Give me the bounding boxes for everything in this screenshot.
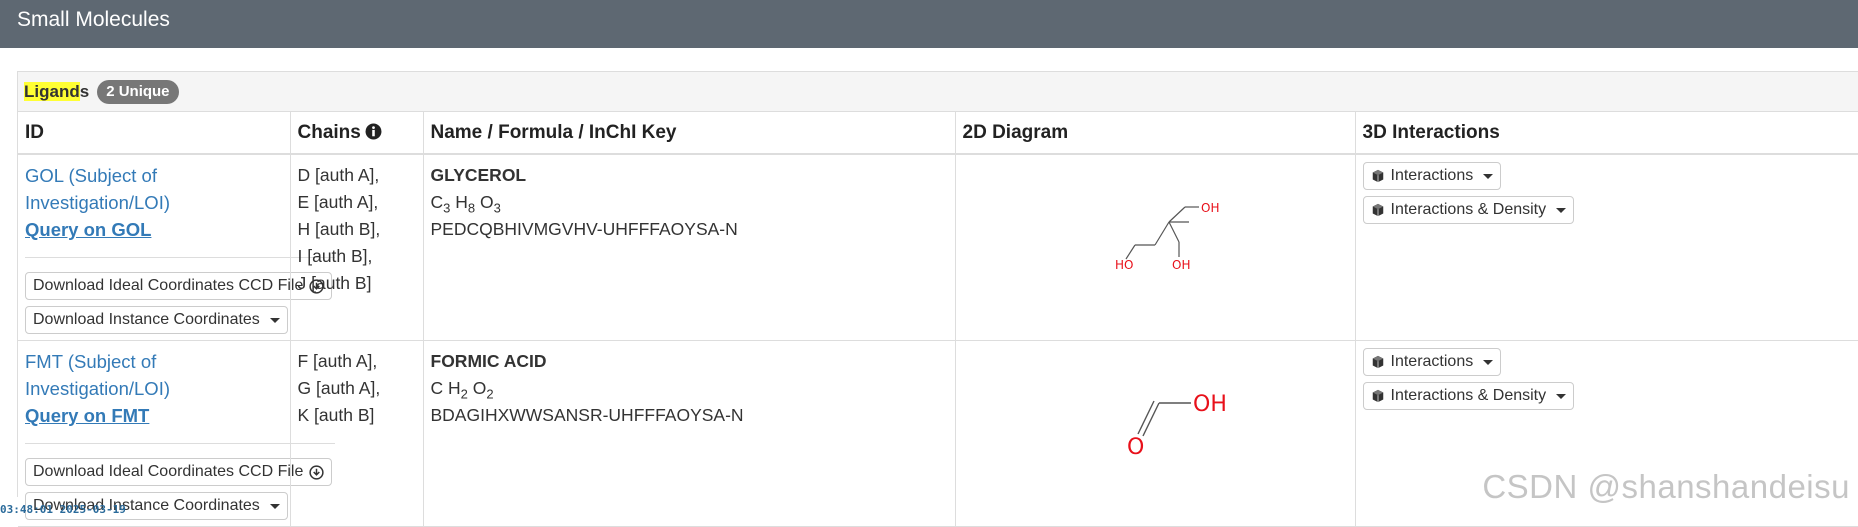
chain-item: K [auth B]	[297, 405, 375, 425]
cube-icon	[1372, 169, 1383, 183]
cell-diagram: OH HO OH	[955, 154, 1356, 341]
caret-down-icon	[1483, 173, 1494, 179]
interactions-dropdown[interactable]: Interactions	[1362, 348, 1502, 376]
cell-name: FORMIC ACID C H2 O2 BDAGIHXWWSANSR-UHFFF…	[423, 340, 956, 527]
caret-down-icon	[269, 503, 280, 509]
col-header-id: ID	[18, 112, 291, 155]
chain-item: I [auth B],	[297, 246, 373, 266]
inchi-key: PEDCQBHIVMGVHV-UHFFFAOYSA-N	[430, 219, 738, 239]
download-ideal-button[interactable]: Download Ideal Coordinates CCD File	[25, 458, 333, 486]
table-caption: Ligands 2 Unique	[18, 72, 1858, 112]
page-timestamp: 03:48:01 2025-03-19	[0, 503, 126, 516]
cell-chains: D [auth A], E [auth A], H [auth B], I [a…	[290, 154, 424, 341]
cell-chains: F [auth A], G [auth A], K [auth B]	[290, 340, 424, 527]
chain-item: F [auth A],	[297, 351, 378, 371]
ligand-id-link[interactable]: GOL (Subject of Investigation/LOI)	[25, 162, 283, 216]
query-link[interactable]: Query on GOL	[25, 216, 283, 243]
search-highlight: Ligand	[24, 81, 80, 101]
cube-icon	[1372, 389, 1383, 403]
cell-interactions: Interactions Interactions & Density	[1355, 154, 1858, 341]
chain-item: J [auth B]	[297, 273, 372, 293]
caret-down-icon	[269, 317, 280, 323]
chemical-name: FORMIC ACID	[430, 351, 547, 371]
caret-down-icon	[1483, 359, 1494, 365]
panel-title: Small Molecules	[17, 8, 170, 31]
molecule-diagram-formic-acid: OH O	[1127, 392, 1227, 460]
chain-item: E [auth A],	[297, 192, 379, 212]
atom-label: OH	[1201, 201, 1219, 215]
atom-label: O	[1127, 435, 1144, 460]
ligands-table: ID Chains Name / Formula / InChI Key 2D …	[18, 112, 1858, 527]
query-link[interactable]: Query on FMT	[25, 402, 283, 429]
cube-icon	[1372, 203, 1383, 217]
caret-down-icon	[1556, 207, 1567, 213]
caret-down-icon	[1556, 393, 1567, 399]
atom-label: HO	[1115, 258, 1133, 272]
chain-item: G [auth A],	[297, 378, 381, 398]
download-instance-button[interactable]: Download Instance Coordinates	[25, 306, 288, 334]
download-ideal-button[interactable]: Download Ideal Coordinates CCD File	[25, 272, 333, 300]
col-header-name: Name / Formula / InChI Key	[423, 112, 956, 155]
cell-id: GOL (Subject of Investigation/LOI) Query…	[18, 154, 335, 341]
watermark: CSDN @shanshandeisu	[1482, 468, 1850, 505]
molecule-diagram-glycerol: OH HO OH	[1115, 201, 1219, 272]
interactions-dropdown[interactable]: Interactions	[1362, 162, 1502, 190]
divider	[25, 443, 335, 444]
col-header-chains: Chains	[290, 112, 424, 155]
chain-item: D [auth A],	[297, 165, 380, 185]
col-header-diagram: 2D Diagram	[955, 112, 1356, 155]
panel-heading: Small Molecules	[0, 0, 1858, 48]
atom-label: OH	[1193, 392, 1227, 417]
col-header-interactions: 3D Interactions	[1355, 112, 1858, 155]
table-header-row: ID Chains Name / Formula / InChI Key 2D …	[18, 112, 1858, 155]
info-icon[interactable]	[365, 123, 382, 140]
cell-diagram: OH O	[955, 340, 1356, 527]
chemical-name: GLYCEROL	[430, 165, 527, 185]
download-icon	[309, 464, 324, 480]
interactions-density-dropdown[interactable]: Interactions & Density	[1362, 382, 1575, 410]
interactions-density-dropdown[interactable]: Interactions & Density	[1362, 196, 1575, 224]
ligands-table-container: Ligands 2 Unique ID Chains Name / Formul…	[17, 71, 1858, 527]
inchi-key: BDAGIHXWWSANSR-UHFFFAOYSA-N	[430, 405, 744, 425]
chemical-formula: C3 H8 O3	[430, 192, 501, 216]
caption-title: Ligands	[24, 81, 90, 101]
unique-count-badge: 2 Unique	[97, 79, 179, 104]
ligand-id-link[interactable]: FMT (Subject of Investigation/LOI)	[25, 348, 283, 402]
cell-id: FMT (Subject of Investigation/LOI) Query…	[18, 340, 335, 527]
divider	[25, 257, 335, 258]
table-row: GOL (Subject of Investigation/LOI) Query…	[18, 154, 1858, 341]
atom-label: OH	[1172, 258, 1190, 272]
cell-name: GLYCEROL C3 H8 O3 PEDCQBHIVMGVHV-UHFFFAO…	[423, 154, 956, 341]
chain-item: H [auth B],	[297, 219, 381, 239]
chemical-formula: C H2 O2	[430, 378, 494, 402]
cube-icon	[1372, 355, 1383, 369]
